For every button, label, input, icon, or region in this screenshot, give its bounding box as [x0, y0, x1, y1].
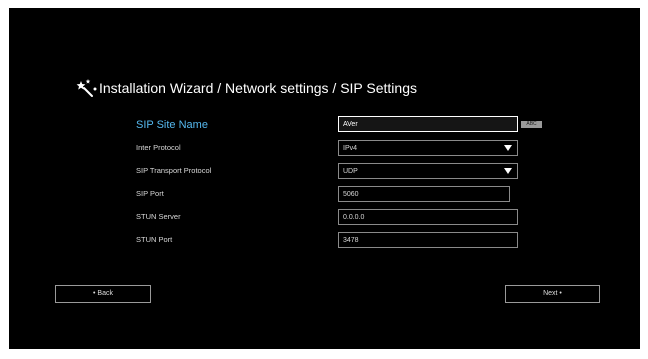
sip-site-name-input[interactable]: AVer — [338, 116, 518, 132]
stun-server-input[interactable]: 0.0.0.0 — [338, 209, 518, 225]
stun-port-input[interactable]: 3478 — [338, 232, 518, 248]
back-button[interactable]: • Back — [55, 285, 151, 303]
wizard-screen: Installation Wizard / Network settings /… — [9, 8, 640, 349]
sip-site-name-label: SIP Site Name — [136, 119, 208, 131]
stun-server-value: 0.0.0.0 — [343, 214, 365, 221]
page-header: Installation Wizard / Network settings /… — [75, 78, 417, 98]
sip-port-label: SIP Port — [136, 189, 164, 198]
sip-transport-protocol-label: SIP Transport Protocol — [136, 166, 212, 175]
stun-port-value: 3478 — [343, 237, 359, 244]
sip-port-input[interactable]: 5060 — [338, 186, 510, 202]
chevron-down-icon — [504, 145, 512, 151]
page-title: Installation Wizard / Network settings /… — [99, 80, 417, 96]
wand-sparkle-icon — [75, 78, 99, 98]
sip-transport-protocol-select[interactable]: UDP — [338, 163, 518, 179]
stun-server-label: STUN Server — [136, 212, 181, 221]
inter-protocol-select[interactable]: IPv4 — [338, 140, 518, 156]
inter-protocol-value: IPv4 — [343, 145, 358, 152]
sip-transport-protocol-value: UDP — [343, 168, 358, 175]
next-button[interactable]: Next • — [505, 285, 600, 303]
inter-protocol-label: Inter Protocol — [136, 143, 181, 152]
stun-port-label: STUN Port — [136, 235, 173, 244]
chevron-down-icon — [504, 168, 512, 174]
input-mode-badge: ABC — [521, 121, 542, 128]
sip-port-value: 5060 — [343, 191, 359, 198]
sip-site-name-value: AVer — [343, 121, 358, 128]
